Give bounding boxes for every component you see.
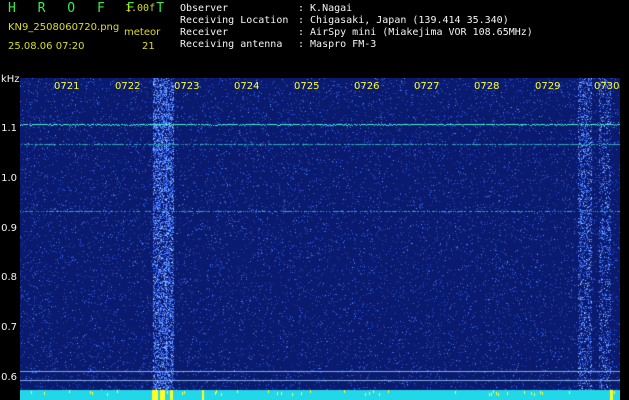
y-tick-label: 1.0 — [1, 173, 17, 184]
info-row-antenna: Receiving antenna : Maspro FM-3 — [180, 39, 533, 51]
info-value: : AirSpy mini (Miakejima VOR 108.65MHz) — [298, 27, 533, 38]
info-value: : K.Nagai — [298, 3, 353, 14]
y-tick-label: 1.1 — [1, 123, 17, 134]
y-tick-label: 0.6 — [1, 372, 17, 383]
datetime-label: 25.08.06 07:20 — [8, 41, 85, 52]
info-label: Receiving Location — [180, 15, 289, 26]
x-tick-label: 0722 — [115, 81, 141, 92]
x-tick-label: 0724 — [234, 81, 260, 92]
spectrogram-waterfall — [20, 78, 620, 400]
info-row-receiver: Receiver : AirSpy mini (Miakejima VOR 10… — [180, 27, 533, 39]
x-tick-label: 0728 — [474, 81, 500, 92]
y-tick-label: 0.8 — [1, 272, 17, 283]
info-label: Receiver — [180, 27, 229, 38]
y-axis-unit: kHz — [1, 74, 20, 85]
x-tick-label: 0725 — [294, 81, 320, 92]
info-row-location: Receiving Location : Chigasaki, Japan (1… — [180, 15, 533, 27]
info-row-observer: Observer : K.Nagai — [180, 3, 533, 15]
x-tick-label: 0726 — [354, 81, 380, 92]
version-label: 1.00f — [125, 3, 156, 14]
x-tick-label: 0721 — [54, 81, 80, 92]
meteor-label: meteor — [124, 27, 161, 38]
x-tick-label: 0730 — [594, 81, 620, 92]
filename-label: KN9_2508060720.png — [8, 22, 120, 33]
info-label: Observer — [180, 3, 229, 14]
x-tick-label: 0723 — [174, 81, 200, 92]
station-info: Observer : K.Nagai Receiving Location : … — [180, 3, 533, 51]
y-tick-label: 0.9 — [1, 223, 17, 234]
meteor-count: 21 — [142, 41, 155, 52]
info-value: : Maspro FM-3 — [298, 39, 377, 50]
x-tick-label: 0727 — [414, 81, 440, 92]
x-tick-label: 0729 — [535, 81, 561, 92]
info-label: Receiving antenna — [180, 39, 283, 50]
info-value: : Chigasaki, Japan (139.414 35.340) — [298, 15, 509, 26]
y-tick-label: 0.7 — [1, 322, 17, 333]
